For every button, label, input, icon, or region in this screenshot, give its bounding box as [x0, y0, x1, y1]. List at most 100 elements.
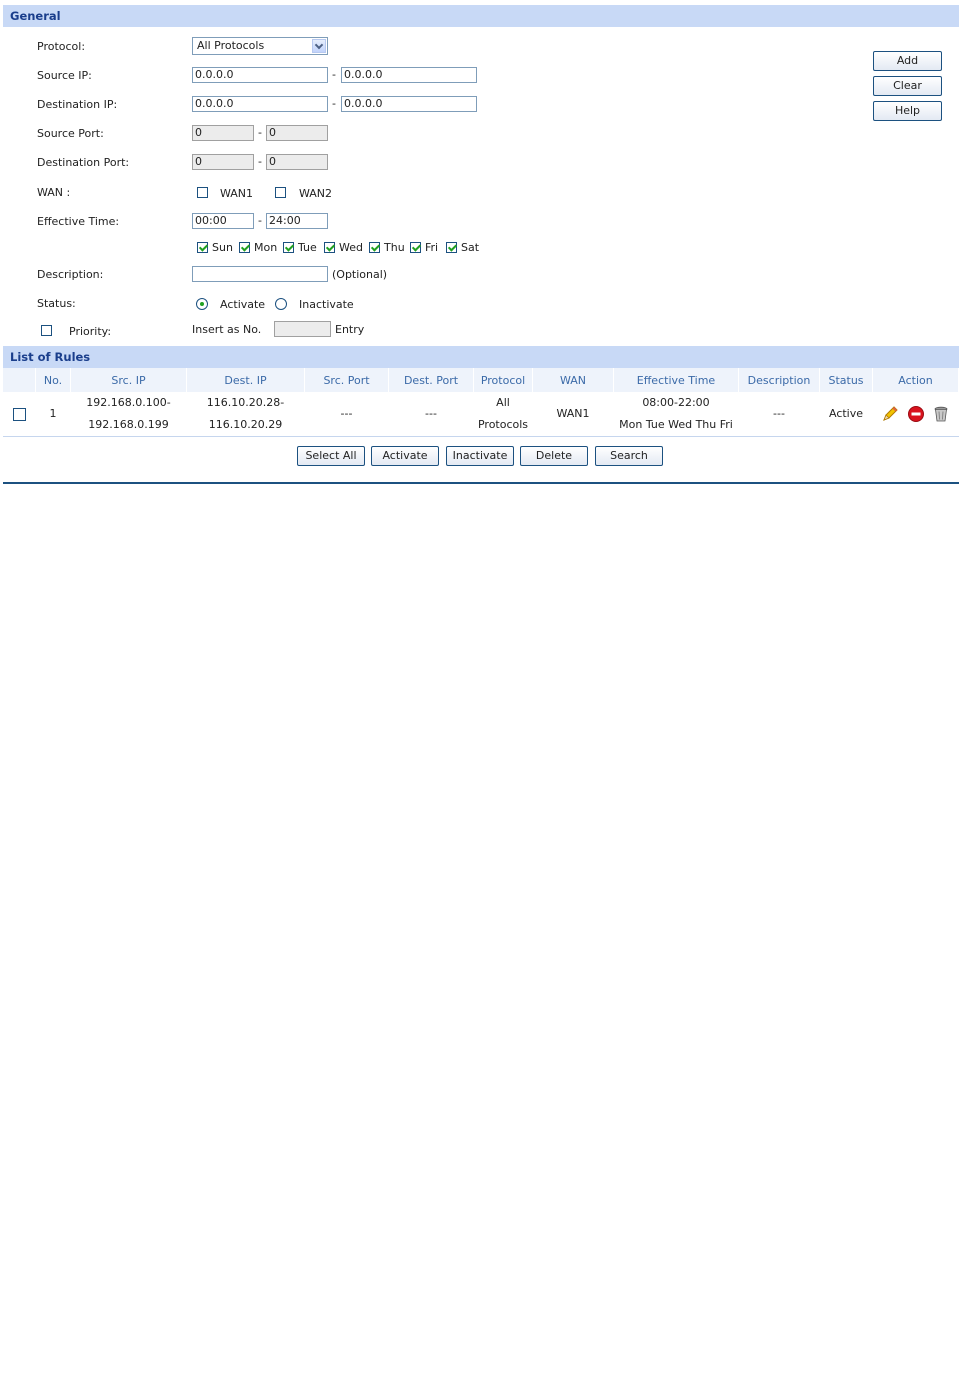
delete-button[interactable]: Delete: [520, 446, 588, 466]
day-sat-checkbox[interactable]: [446, 242, 457, 253]
day-tue-checkbox[interactable]: [283, 242, 294, 253]
rule-actions: [872, 392, 959, 437]
dest-ip-end-input[interactable]: 0.0.0.0: [341, 96, 477, 112]
description-input[interactable]: [192, 266, 328, 282]
column-header: Action: [872, 368, 959, 392]
chevron-down-icon[interactable]: [312, 39, 326, 53]
general-section-header: General: [3, 5, 959, 27]
status-activate-label: Activate: [220, 298, 266, 311]
table-row: 1 192.168.0.100- 192.168.0.199 116.10.20…: [3, 392, 959, 437]
rule-time-range: 08:00-22:00: [642, 396, 710, 409]
optional-hint: (Optional): [332, 268, 388, 281]
day-mon-checkbox[interactable]: [239, 242, 250, 253]
search-button[interactable]: Search: [595, 446, 663, 466]
time-start-input[interactable]: 00:00: [192, 213, 254, 229]
effective-time-label: Effective Time:: [37, 215, 120, 228]
range-dash: -: [332, 97, 336, 110]
rule-src-port: ---: [304, 392, 389, 437]
day-sun-checkbox[interactable]: [197, 242, 208, 253]
rule-src-ip-end: 192.168.0.199: [88, 418, 169, 431]
rule-dest-ip-end: 116.10.20.29: [208, 418, 283, 431]
rule-time-days: Mon Tue Wed Thu Fri: [619, 418, 733, 431]
column-header: Status: [819, 368, 873, 392]
select-column-header: [3, 368, 36, 392]
status-inactivate-radio[interactable]: [275, 298, 287, 310]
edit-pencil-icon[interactable]: [881, 405, 899, 423]
table-header-row: No. Src. IP Dest. IP Src. Port Dest. Por…: [3, 368, 959, 392]
clear-button[interactable]: Clear: [873, 76, 942, 96]
protocol-label: Protocol:: [37, 40, 86, 53]
source-ip-start-input[interactable]: 0.0.0.0: [192, 67, 328, 83]
source-ip-end-input[interactable]: 0.0.0.0: [341, 67, 477, 83]
range-dash: -: [258, 214, 262, 227]
status-activate-radio[interactable]: [196, 298, 208, 310]
rule-dest-ip-start: 116.10.20.28-: [206, 396, 285, 409]
protocol-select-value: All Protocols: [197, 39, 265, 52]
column-header: Description: [738, 368, 820, 392]
rule-protocol-line2: Protocols: [477, 418, 529, 431]
dest-port-start-input[interactable]: 0: [192, 154, 254, 170]
range-dash: -: [332, 68, 336, 81]
day-label: Wed: [339, 241, 363, 254]
day-label: Sun: [212, 241, 233, 254]
rule-effective-time: 08:00-22:00 Mon Tue Wed Thu Fri: [613, 392, 739, 437]
rule-protocol-line1: All: [496, 396, 510, 409]
column-header: No.: [35, 368, 71, 392]
protocol-select[interactable]: All Protocols: [192, 37, 328, 55]
activate-button[interactable]: Activate: [371, 446, 439, 466]
day-label: Fri: [425, 241, 439, 254]
description-label: Description:: [37, 268, 104, 281]
rule-wan: WAN1: [532, 392, 614, 437]
add-button[interactable]: Add: [873, 51, 942, 71]
bottom-divider: [3, 482, 959, 484]
wan-label: WAN :: [37, 186, 71, 199]
rule-description: ---: [738, 392, 820, 437]
dest-port-end-input[interactable]: 0: [266, 154, 328, 170]
column-header: Src. Port: [304, 368, 389, 392]
wan1-checkbox[interactable]: [197, 187, 208, 198]
time-end-input[interactable]: 24:00: [266, 213, 328, 229]
column-header: Protocol: [473, 368, 533, 392]
rules-section-header: List of Rules: [3, 346, 959, 368]
help-button[interactable]: Help: [873, 101, 942, 121]
status-label: Status:: [37, 297, 76, 310]
rule-dest-port: ---: [388, 392, 474, 437]
day-wed-checkbox[interactable]: [324, 242, 335, 253]
column-header: Effective Time: [613, 368, 739, 392]
wan2-checkbox[interactable]: [275, 187, 286, 198]
rule-src-ip: 192.168.0.100- 192.168.0.199: [70, 392, 187, 437]
inactivate-button[interactable]: Inactivate: [446, 446, 514, 466]
priority-checkbox[interactable]: [41, 325, 52, 336]
dest-ip-label: Destination IP:: [37, 98, 118, 111]
source-ip-label: Source IP:: [37, 69, 92, 82]
wan1-label: WAN1: [220, 187, 254, 200]
priority-label: Priority:: [69, 325, 112, 338]
status-inactivate-label: Inactivate: [299, 298, 354, 311]
day-label: Sat: [461, 241, 480, 254]
range-dash: -: [258, 155, 262, 168]
source-port-start-input[interactable]: 0: [192, 125, 254, 141]
source-port-end-input[interactable]: 0: [266, 125, 328, 141]
wan2-label: WAN2: [299, 187, 333, 200]
day-label: Tue: [298, 241, 317, 254]
row-select-cell: [3, 392, 36, 437]
column-header: Src. IP: [70, 368, 187, 392]
rules-table: No. Src. IP Dest. IP Src. Port Dest. Por…: [3, 368, 959, 437]
day-fri-checkbox[interactable]: [410, 242, 421, 253]
delete-trash-icon[interactable]: [932, 405, 950, 423]
column-header: Dest. Port: [388, 368, 474, 392]
dest-port-label: Destination Port:: [37, 156, 130, 169]
priority-position-input[interactable]: [274, 321, 331, 337]
rule-src-ip-start: 192.168.0.100-: [86, 396, 171, 409]
disable-icon[interactable]: [907, 405, 925, 423]
dest-ip-start-input[interactable]: 0.0.0.0: [192, 96, 328, 112]
source-port-label: Source Port:: [37, 127, 104, 140]
entry-label: Entry: [335, 323, 365, 336]
day-label: Thu: [384, 241, 405, 254]
rule-no: 1: [35, 392, 71, 437]
column-header: WAN: [532, 368, 614, 392]
select-all-button[interactable]: Select All: [297, 446, 365, 466]
insert-as-label: Insert as No.: [192, 323, 262, 336]
row-select-checkbox[interactable]: [12, 407, 26, 421]
day-thu-checkbox[interactable]: [369, 242, 380, 253]
